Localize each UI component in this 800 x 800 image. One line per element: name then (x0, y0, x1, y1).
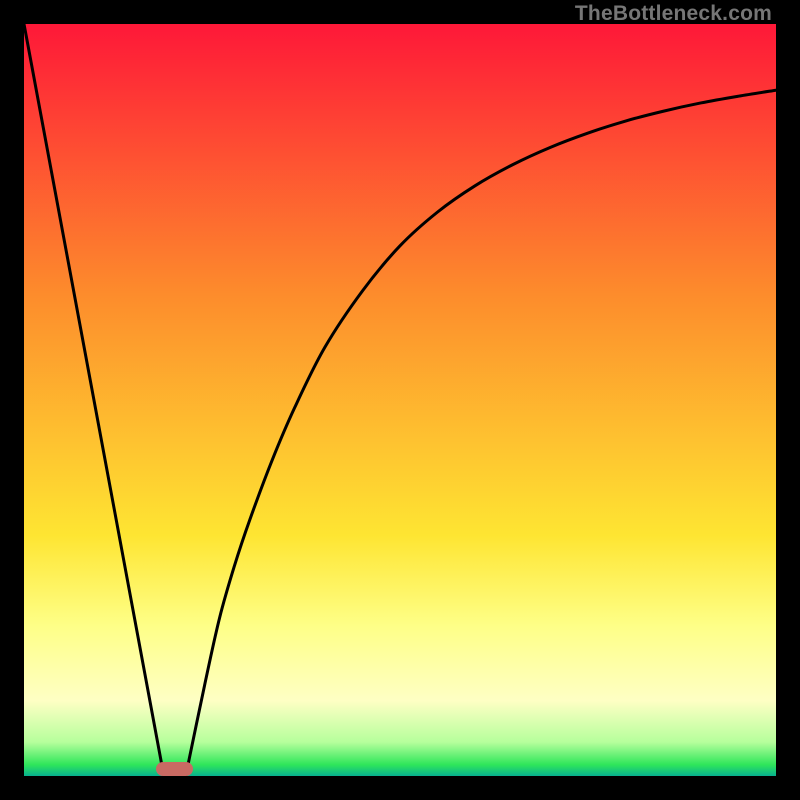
optimal-marker (156, 762, 194, 776)
chart-frame (24, 24, 776, 776)
bottleneck-chart (24, 24, 776, 776)
watermark-text: TheBottleneck.com (575, 2, 772, 26)
gradient-background (24, 24, 776, 776)
